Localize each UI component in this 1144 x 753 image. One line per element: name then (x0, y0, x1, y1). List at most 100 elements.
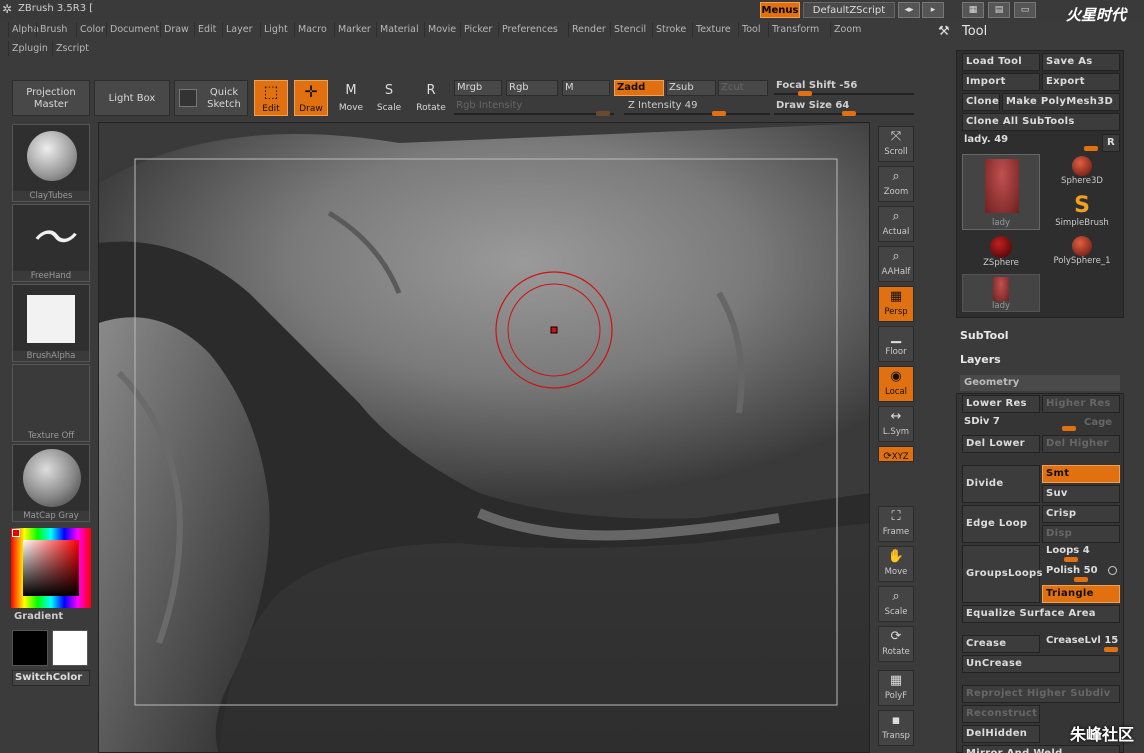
menu-draw[interactable]: Draw (160, 22, 192, 37)
window-restore-icon[interactable]: ▭ (1014, 2, 1036, 18)
export-button[interactable]: Export (1042, 73, 1120, 91)
focal-shift-slider[interactable] (774, 93, 914, 95)
menu-stroke[interactable]: Stroke (652, 22, 689, 37)
tool-thumb-lady[interactable]: lady (962, 154, 1040, 230)
menu-layer[interactable]: Layer (222, 22, 256, 37)
del-lower-button[interactable]: Del Lower (962, 435, 1040, 453)
disp-slider[interactable]: Disp (1042, 525, 1120, 543)
move-button[interactable]: M Move (334, 80, 368, 116)
geometry-section[interactable]: Geometry (960, 375, 1120, 391)
divide-button[interactable]: Divide (962, 465, 1040, 503)
r-button[interactable]: R (1102, 134, 1120, 152)
tool-thumb-polysphere[interactable]: PolySphere_1 (1044, 234, 1120, 272)
menu-render[interactable]: Render (568, 22, 609, 37)
rgb-button[interactable]: Rgb (506, 80, 558, 96)
focal-shift-knob[interactable] (798, 91, 812, 96)
menu-color[interactable]: Color (76, 22, 108, 37)
rotate-button[interactable]: R Rotate (412, 80, 450, 116)
scale-button[interactable]: S Scale (372, 80, 406, 116)
draw-button[interactable]: ✛ Draw (294, 80, 328, 116)
suv-toggle[interactable]: Suv (1042, 485, 1120, 503)
z-intensity-slider[interactable] (624, 113, 770, 115)
local-button[interactable]: ◉ Local (878, 366, 914, 402)
tool-thumb-sphere3d[interactable]: Sphere3D (1044, 154, 1120, 192)
zoom-button[interactable]: ⌕ Zoom (878, 166, 914, 202)
lower-res-button[interactable]: Lower Res (962, 395, 1040, 413)
layout-next-icon[interactable]: ▸ (922, 2, 944, 18)
window-tile-icon[interactable]: ▤ (988, 2, 1010, 18)
menu-zplugin[interactable]: Zplugin (8, 41, 51, 56)
groups-loops-button[interactable]: GroupsLoops (962, 545, 1042, 603)
quick-sketch-button[interactable]: Quick Sketch (174, 80, 248, 116)
frame-button[interactable]: ⛶ Frame (878, 506, 914, 542)
import-button[interactable]: Import (962, 73, 1040, 91)
stroke-selector[interactable]: 〜 FreeHand (12, 204, 90, 282)
equalize-surface-area-button[interactable]: Equalize Surface Area (962, 605, 1120, 623)
crease-lvl-slider[interactable] (1104, 647, 1118, 652)
load-tool-button[interactable]: Load Tool (962, 53, 1040, 71)
menu-zoom[interactable]: Zoom (830, 22, 864, 37)
menu-stencil[interactable]: Stencil (610, 22, 649, 37)
menu-movie[interactable]: Movie (424, 22, 459, 37)
switch-color-button[interactable]: SwitchColor (12, 670, 90, 686)
tool-thumb-zsphere[interactable]: ZSphere (962, 234, 1040, 272)
tool-thumb-lady-2[interactable]: lady (962, 274, 1040, 312)
subtool-section[interactable]: SubTool (960, 329, 1009, 342)
save-as-button[interactable]: Save As (1042, 53, 1120, 71)
zcut-button[interactable]: Zcut (718, 80, 768, 96)
rgb-intensity-knob[interactable] (596, 111, 610, 116)
actual-button[interactable]: ⌕ Actual (878, 206, 914, 242)
brush-selector[interactable]: ClayTubes (12, 124, 90, 202)
polyf-button[interactable]: ▦ PolyF (878, 670, 914, 706)
edge-loop-button[interactable]: Edge Loop (962, 505, 1040, 543)
menu-tool[interactable]: Tool (738, 22, 763, 37)
polish-slider[interactable] (1074, 577, 1088, 582)
triangle-toggle[interactable]: Triangle (1042, 585, 1120, 603)
menu-edit[interactable]: Edit (194, 22, 219, 37)
material-selector[interactable]: MatCap Gray (12, 444, 90, 522)
current-tool-slider[interactable] (1084, 146, 1098, 151)
reproject-higher-subdiv-button[interactable]: Reproject Higher Subdiv (962, 685, 1120, 703)
draw-size-knob[interactable] (842, 111, 856, 116)
m-button[interactable]: M (562, 80, 610, 96)
cage-button[interactable]: Cage (1084, 417, 1112, 428)
menu-light[interactable]: Light (260, 22, 291, 37)
menu-zscript[interactable]: Zscript (52, 41, 92, 56)
edit-button[interactable]: ⬚ Edit (254, 80, 288, 116)
color-picker[interactable] (11, 528, 91, 608)
mrgb-button[interactable]: Mrgb (454, 80, 502, 96)
menus-button[interactable]: Menus (760, 2, 800, 18)
clone-button[interactable]: Clone (962, 93, 1000, 111)
default-zscript-button[interactable]: DefaultZScript (803, 2, 895, 18)
persp-button[interactable]: ▦ Persp (878, 286, 914, 322)
del-higher-button[interactable]: Del Higher (1042, 435, 1120, 453)
rgb-intensity-slider[interactable] (454, 113, 614, 115)
window-layout-icon[interactable]: ▦ (962, 2, 984, 18)
layout-prev-icon[interactable]: ◂▸ (898, 2, 920, 18)
lsym-button[interactable]: ↔ L.Sym (878, 406, 914, 442)
move-button[interactable]: ✋ Move (878, 546, 914, 582)
main-color-swatch[interactable] (12, 630, 48, 666)
color-picker-square[interactable] (23, 540, 79, 596)
z-intensity-knob[interactable] (712, 111, 726, 116)
menu-preferences[interactable]: Preferences (498, 22, 561, 37)
projection-master-button[interactable]: Projection Master (12, 80, 90, 116)
scroll-button[interactable]: ⤧ Scroll (878, 126, 914, 162)
menu-picker[interactable]: Picker (460, 22, 495, 37)
tool-thumb-simplebrush[interactable]: S SimpleBrush (1044, 194, 1120, 232)
menu-transform[interactable]: Transform (768, 22, 822, 37)
crisp-toggle[interactable]: Crisp (1042, 505, 1120, 523)
crease-button[interactable]: Crease (962, 635, 1040, 653)
transp-button[interactable]: ▪ Transp (878, 710, 914, 746)
floor-button[interactable]: ▁ Floor (878, 326, 914, 362)
scale-button[interactable]: ⌕ Scale (878, 586, 914, 622)
layers-section[interactable]: Layers (960, 353, 1001, 366)
higher-res-button[interactable]: Higher Res (1042, 395, 1120, 413)
sdiv-slider[interactable] (1062, 426, 1076, 431)
mirror-weld-button[interactable]: Mirror And Weld (962, 745, 1120, 753)
menu-texture[interactable]: Texture (692, 22, 734, 37)
uncrease-button[interactable]: UnCrease (962, 655, 1120, 673)
texture-selector[interactable]: Texture Off (12, 364, 90, 442)
polish-circle-icon[interactable] (1108, 566, 1117, 575)
rotate-button[interactable]: ⟳ Rotate (878, 626, 914, 662)
